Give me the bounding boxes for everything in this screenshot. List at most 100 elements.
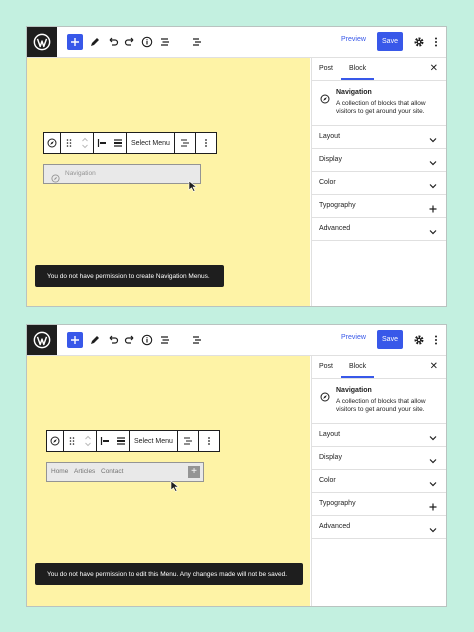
panel-label: Typography	[319, 202, 356, 209]
panel-label: Advanced	[319, 225, 351, 232]
redo-icon[interactable]	[122, 34, 138, 50]
justify-space-icon[interactable]	[110, 133, 126, 153]
chevron-down-icon	[428, 132, 438, 143]
navigation-compass-icon	[320, 389, 330, 402]
drag-handle-icon[interactable]	[64, 431, 80, 451]
block-toolbar: Select Menu	[46, 430, 220, 452]
list-view-icon[interactable]	[178, 431, 198, 451]
menu-select-group: Select Menu	[127, 133, 175, 153]
document-outline-icon[interactable]	[189, 332, 205, 348]
panel-color[interactable]: Color	[312, 172, 446, 195]
block-inserter-plus-icon[interactable]	[67, 34, 83, 50]
block-card-title: Navigation	[336, 387, 372, 394]
settings-gear-icon[interactable]	[412, 35, 426, 49]
more-options-icon[interactable]	[429, 333, 443, 347]
settings-gear-icon[interactable]	[412, 333, 426, 347]
move-up-down-icon[interactable]	[80, 431, 96, 451]
navigation-block-menu[interactable]: Home Articles Contact +	[46, 462, 204, 482]
wordpress-logo-icon[interactable]	[27, 325, 57, 355]
block-options-kebab-icon[interactable]	[199, 431, 219, 451]
block-type-group	[44, 133, 61, 153]
justify-left-icon[interactable]	[97, 431, 113, 451]
editor-top-bar: Preview Save	[27, 325, 446, 356]
nav-item-home[interactable]: Home	[51, 468, 68, 475]
mouse-cursor-icon	[188, 179, 198, 192]
editor-canvas[interactable]: Select Menu Home Articles Contact + You …	[27, 356, 310, 606]
permission-notice: You do not have permission to create Nav…	[35, 265, 224, 287]
nav-item-contact[interactable]: Contact	[101, 468, 123, 475]
document-outline-icon[interactable]	[189, 34, 205, 50]
preview-button[interactable]: Preview	[341, 36, 366, 43]
nav-item-articles[interactable]: Articles	[74, 468, 95, 475]
more-options-icon[interactable]	[429, 35, 443, 49]
panel-layout[interactable]: Layout	[312, 126, 446, 149]
info-icon[interactable]	[139, 34, 155, 50]
chevron-down-icon	[428, 178, 438, 189]
list-view-icon[interactable]	[157, 332, 173, 348]
wordpress-logo-icon[interactable]	[27, 27, 57, 57]
tab-post[interactable]: Post	[319, 65, 333, 72]
preview-button[interactable]: Preview	[341, 334, 366, 341]
close-sidebar-icon[interactable]: ✕	[430, 63, 438, 74]
navigation-block-placeholder[interactable]: Navigation	[43, 164, 201, 184]
tab-post[interactable]: Post	[319, 363, 333, 370]
panel-label: Display	[319, 156, 342, 163]
active-tab-indicator	[341, 78, 374, 80]
block-toolbar: Select Menu	[43, 132, 217, 154]
panel-layout[interactable]: Layout	[312, 424, 446, 447]
move-group	[61, 133, 94, 153]
block-options-kebab-icon[interactable]	[196, 133, 216, 153]
add-nav-item-plus-icon[interactable]: +	[188, 466, 200, 478]
navigation-placeholder-label: Navigation	[65, 170, 96, 177]
justify-space-icon[interactable]	[113, 431, 129, 451]
chevron-down-icon	[428, 430, 438, 441]
list-group	[178, 431, 199, 451]
tools-pen-icon[interactable]	[87, 332, 103, 348]
panel-typography[interactable]: Typography	[312, 493, 446, 516]
panel-display[interactable]: Display	[312, 149, 446, 172]
panel-color[interactable]: Color	[312, 470, 446, 493]
close-sidebar-icon[interactable]: ✕	[430, 361, 438, 372]
list-view-icon[interactable]	[175, 133, 195, 153]
redo-icon[interactable]	[122, 332, 138, 348]
undo-icon[interactable]	[105, 332, 121, 348]
panel-typography[interactable]: Typography	[312, 195, 446, 218]
editor-canvas[interactable]: Select Menu Navigation You do not have p	[27, 58, 310, 306]
block-card: Navigation A collection of blocks that a…	[312, 81, 446, 126]
undo-icon[interactable]	[105, 34, 121, 50]
editor-window-1: Preview Save Select Menu Navigation You …	[26, 26, 447, 307]
block-card-title: Navigation	[336, 89, 372, 96]
navigation-compass-icon[interactable]	[44, 133, 60, 153]
save-button[interactable]: Save	[377, 330, 403, 349]
active-tab-indicator	[341, 376, 374, 378]
move-up-down-icon[interactable]	[77, 133, 93, 153]
settings-sidebar: Post Block ✕ Navigation A collection of …	[311, 356, 446, 606]
drag-handle-icon[interactable]	[61, 133, 77, 153]
select-menu-button[interactable]: Select Menu	[130, 438, 177, 445]
panel-label: Layout	[319, 133, 341, 140]
panel-advanced[interactable]: Advanced	[312, 218, 446, 241]
tools-pen-icon[interactable]	[87, 34, 103, 50]
save-button[interactable]: Save	[377, 32, 403, 51]
list-view-icon[interactable]	[157, 34, 173, 50]
panel-advanced[interactable]: Advanced	[312, 516, 446, 539]
justify-group	[97, 431, 130, 451]
justify-group	[94, 133, 127, 153]
move-group	[64, 431, 97, 451]
navigation-compass-icon	[320, 91, 330, 104]
tab-block[interactable]: Block	[349, 65, 366, 72]
chevron-down-icon	[428, 155, 438, 166]
plus-icon	[428, 499, 438, 511]
chevron-down-icon	[428, 224, 438, 235]
tab-block[interactable]: Block	[349, 363, 366, 370]
block-type-group	[47, 431, 64, 451]
panel-label: Layout	[319, 431, 341, 438]
navigation-compass-icon[interactable]	[47, 431, 63, 451]
select-menu-button[interactable]: Select Menu	[127, 140, 174, 147]
block-inserter-plus-icon[interactable]	[67, 332, 83, 348]
info-icon[interactable]	[139, 332, 155, 348]
justify-left-icon[interactable]	[94, 133, 110, 153]
options-group	[199, 431, 219, 451]
panel-display[interactable]: Display	[312, 447, 446, 470]
chevron-down-icon	[428, 476, 438, 487]
